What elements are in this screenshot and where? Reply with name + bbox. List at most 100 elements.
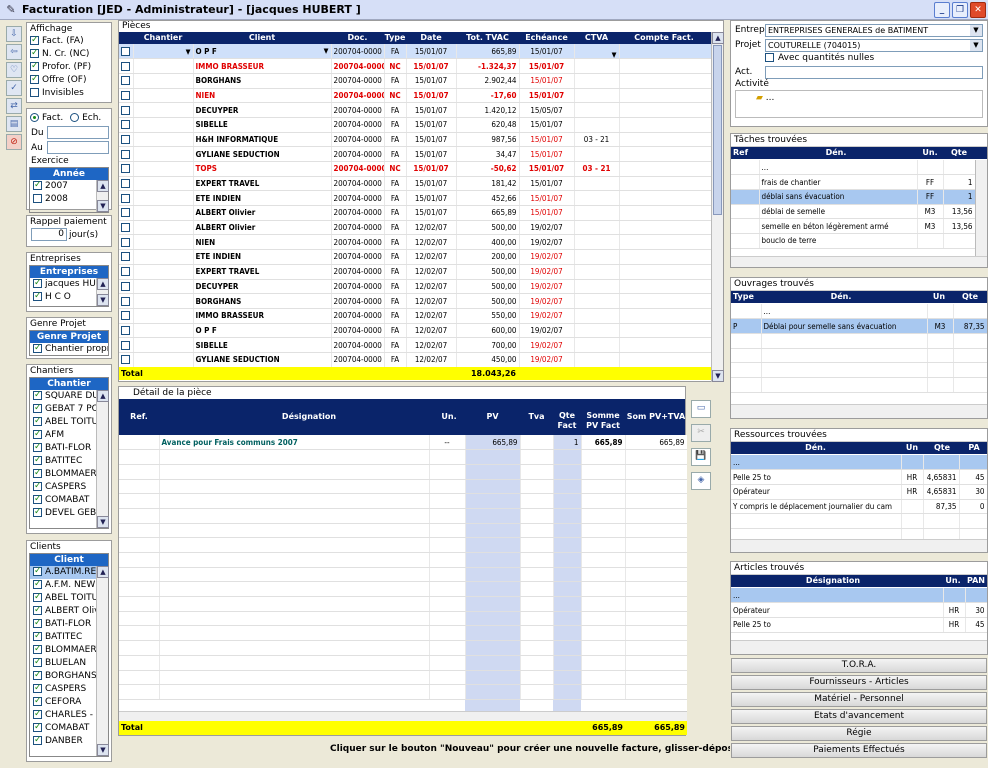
year-checkbox[interactable] bbox=[33, 194, 42, 203]
chantier-checkbox[interactable] bbox=[33, 468, 42, 480]
ouvrages-row[interactable] bbox=[731, 348, 987, 364]
stop-icon[interactable]: ⊘ bbox=[6, 134, 22, 150]
row-checkbox[interactable] bbox=[121, 281, 130, 291]
row-checkbox[interactable] bbox=[121, 355, 130, 365]
pieces-row[interactable]: ▼ O P F ▼ 200704-0000 FA 15/01/07 665,89 … bbox=[119, 44, 711, 60]
row-checkbox[interactable] bbox=[121, 76, 130, 86]
heart-icon[interactable]: ♡ bbox=[6, 62, 22, 78]
detail-row[interactable] bbox=[119, 493, 687, 509]
pieces-row[interactable]: O P F 200704-0000 FA 12/02/07 600,00 19/… bbox=[119, 323, 711, 339]
chantier-checkbox[interactable] bbox=[33, 429, 42, 441]
fact-radio[interactable] bbox=[30, 113, 39, 122]
row-checkbox[interactable] bbox=[121, 105, 130, 115]
affichage-item[interactable]: Invisibles bbox=[27, 87, 111, 100]
client-checkbox[interactable] bbox=[33, 670, 42, 682]
scroll-up-icon[interactable]: ▲ bbox=[97, 278, 109, 290]
nav-button[interactable]: Fournisseurs - Articles bbox=[731, 675, 987, 690]
taches-hscroll[interactable] bbox=[731, 256, 987, 267]
client-checkbox[interactable] bbox=[33, 735, 42, 747]
pieces-row[interactable]: ALBERT Olivier 200704-0000 FA 12/02/07 5… bbox=[119, 220, 711, 236]
affichage-item[interactable]: N. Cr. (NC) bbox=[27, 48, 111, 61]
scroll-down-icon[interactable]: ▼ bbox=[97, 516, 109, 528]
detail-row[interactable] bbox=[119, 449, 687, 465]
detail-row[interactable] bbox=[119, 464, 687, 480]
entrep-select[interactable]: ENTREPRISES GENERALES de BATIMENT ▼ bbox=[765, 23, 983, 37]
genre-checkbox[interactable] bbox=[33, 343, 42, 355]
pieces-row[interactable]: TOPS 200704-0000 NC 15/01/07 -50,62 15/0… bbox=[119, 161, 711, 177]
chantier-checkbox[interactable] bbox=[33, 416, 42, 428]
nav-button[interactable]: Paiements Effectués bbox=[731, 743, 987, 758]
row-checkbox[interactable] bbox=[121, 164, 130, 174]
down-arrow-icon[interactable]: ⇩ bbox=[6, 26, 22, 42]
row-checkbox[interactable] bbox=[121, 325, 130, 335]
detail-hscroll[interactable] bbox=[119, 711, 687, 721]
projet-select[interactable]: COUTURELLE (704015) ▼ bbox=[765, 38, 983, 52]
eraser-icon[interactable]: ◈ bbox=[691, 472, 711, 490]
pieces-row[interactable]: SIBELLE 200704-0000 FA 12/02/07 700,00 1… bbox=[119, 337, 711, 353]
detail-row[interactable] bbox=[119, 625, 687, 642]
row-checkbox[interactable] bbox=[121, 120, 130, 130]
detail-row[interactable] bbox=[119, 581, 687, 598]
taches-row[interactable]: semelle en béton légèrement armé M3 13,56 bbox=[731, 218, 975, 234]
chantier-checkbox[interactable] bbox=[33, 455, 42, 467]
chantier-checkbox[interactable] bbox=[33, 403, 42, 415]
client-checkbox[interactable] bbox=[33, 696, 42, 708]
affichage-item[interactable]: Fact. (FA) bbox=[27, 35, 111, 48]
affichage-checkbox[interactable] bbox=[30, 35, 39, 47]
row-checkbox[interactable] bbox=[121, 237, 130, 247]
entreprise-checkbox[interactable] bbox=[33, 278, 42, 290]
scroll-down-icon[interactable]: ▼ bbox=[712, 370, 724, 382]
scroll-up-icon[interactable]: ▲ bbox=[97, 180, 109, 192]
ressources-row[interactable] bbox=[731, 528, 987, 539]
genre-item[interactable]: Chantier propr bbox=[30, 343, 108, 356]
pieces-row[interactable]: SIBELLE 200704-0000 FA 15/01/07 620,48 1… bbox=[119, 117, 711, 133]
delete-icon[interactable]: ✂ bbox=[691, 424, 711, 442]
client-checkbox[interactable] bbox=[33, 579, 42, 591]
affichage-item[interactable]: Profor. (PF) bbox=[27, 61, 111, 74]
detail-row[interactable] bbox=[119, 655, 687, 671]
row-checkbox[interactable] bbox=[121, 61, 130, 71]
ressources-row[interactable]: ... bbox=[731, 455, 987, 471]
pieces-row[interactable]: ALBERT Olivier 200704-0000 FA 15/01/07 6… bbox=[119, 205, 711, 221]
ouvrages-row[interactable] bbox=[731, 333, 987, 349]
restore-button[interactable]: ❐ bbox=[952, 2, 968, 18]
ressources-row[interactable]: Pelle 25 to HR 4,65831 45 bbox=[731, 469, 987, 485]
detail-row[interactable] bbox=[119, 479, 687, 495]
nav-button[interactable]: Régie bbox=[731, 726, 987, 741]
detail-row[interactable] bbox=[119, 537, 687, 553]
ressources-row[interactable]: Opérateur HR 4,65831 30 bbox=[731, 484, 987, 500]
detail-row[interactable] bbox=[119, 684, 687, 700]
au-input[interactable] bbox=[47, 141, 109, 154]
chantier-checkbox[interactable] bbox=[33, 494, 42, 506]
affichage-checkbox[interactable] bbox=[30, 61, 39, 73]
row-checkbox[interactable] bbox=[121, 296, 130, 306]
detail-row[interactable] bbox=[119, 611, 687, 627]
pieces-row[interactable]: NIEN 200704-0000 NC 15/01/07 -17,60 15/0… bbox=[119, 88, 711, 104]
ouvrages-row[interactable] bbox=[731, 362, 987, 378]
scroll-up-icon[interactable]: ▲ bbox=[712, 32, 724, 44]
articles-hscroll[interactable] bbox=[731, 640, 987, 654]
row-checkbox[interactable] bbox=[121, 223, 130, 233]
check-icon[interactable]: ✓ bbox=[6, 80, 22, 96]
scroll-up-icon[interactable]: ▲ bbox=[97, 390, 109, 402]
client-checkbox[interactable] bbox=[33, 631, 42, 643]
pieces-scrollbar[interactable]: ▲ ▼ bbox=[711, 32, 724, 382]
client-checkbox[interactable] bbox=[33, 592, 42, 604]
pieces-row[interactable]: BORGHANS 200704-0000 FA 12/02/07 500,00 … bbox=[119, 293, 711, 309]
pieces-row[interactable]: DECUYPER 200704-0000 FA 12/02/07 500,00 … bbox=[119, 279, 711, 295]
detail-row[interactable] bbox=[119, 670, 687, 686]
pieces-row[interactable]: NIEN 200704-0000 FA 12/02/07 400,00 19/0… bbox=[119, 234, 711, 251]
articles-row[interactable]: ... bbox=[731, 588, 987, 604]
chantier-checkbox[interactable] bbox=[33, 390, 42, 402]
row-checkbox[interactable] bbox=[121, 267, 130, 277]
transfer-icon[interactable]: ⇄ bbox=[6, 98, 22, 114]
row-checkbox[interactable] bbox=[121, 149, 130, 159]
detail-row[interactable] bbox=[119, 508, 687, 524]
scroll-down-icon[interactable]: ▼ bbox=[97, 294, 109, 306]
pieces-row[interactable]: GYLIANE SEDUCTION 200704-0000 FA 12/02/0… bbox=[119, 352, 711, 368]
nav-button[interactable]: Etats d'avancement bbox=[731, 709, 987, 724]
affichage-checkbox[interactable] bbox=[30, 48, 39, 60]
left-arrow-icon[interactable]: ⇦ bbox=[6, 44, 22, 60]
ressources-row[interactable]: Y compris le déplacement journalier du c… bbox=[731, 499, 987, 515]
act-input[interactable] bbox=[765, 65, 983, 79]
